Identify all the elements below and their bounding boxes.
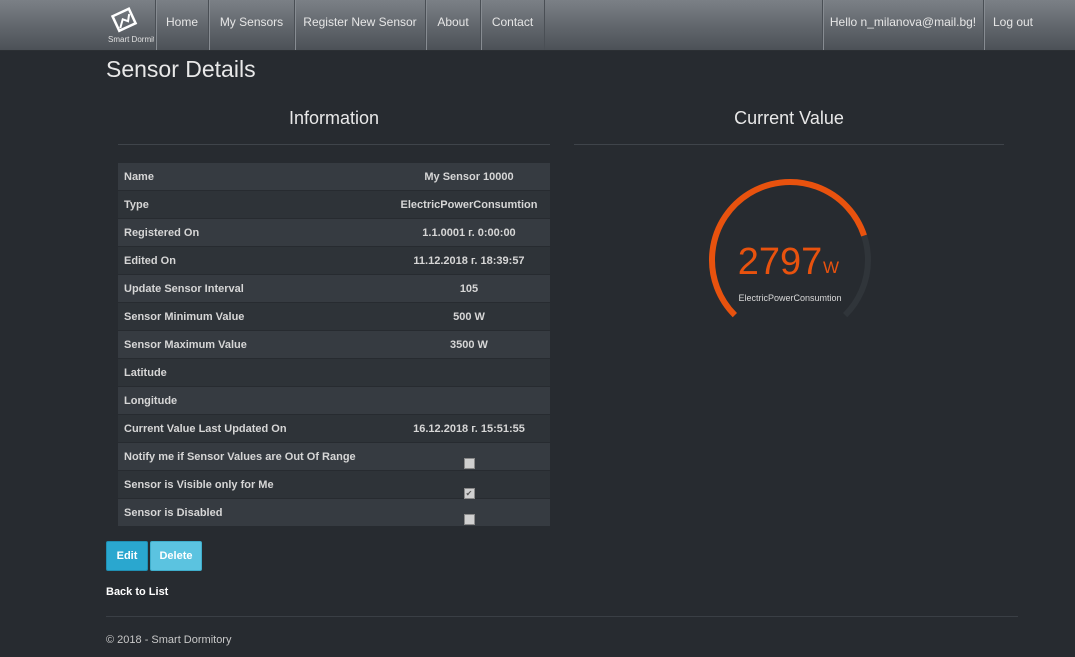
nav-contact[interactable]: Contact <box>480 0 545 50</box>
notify-out-of-range-checkbox[interactable] <box>463 457 475 469</box>
current-value-gauge: 2797 W ElectricPowerConsumtion <box>700 170 880 320</box>
row-label: Current Value Last Updated On <box>118 414 388 443</box>
row-label: Sensor is Disabled <box>118 498 388 526</box>
row-value: 500 W <box>388 302 550 331</box>
nav-register-new-sensor[interactable]: Register New Sensor <box>294 0 425 50</box>
brand-logo[interactable]: Smart Dormitory <box>106 6 154 44</box>
row-value <box>388 358 550 387</box>
dormitory-logo-icon: Smart Dormitory <box>108 7 154 44</box>
row-label: Update Sensor Interval <box>118 274 388 303</box>
table-row: Sensor is Visible only for Me ✔ <box>118 470 550 499</box>
row-value: ElectricPowerConsumtion <box>388 190 550 219</box>
footer-divider <box>106 616 1018 617</box>
brand-text: Smart Dormitory <box>108 35 154 44</box>
table-row: Notify me if Sensor Values are Out Of Ra… <box>118 442 550 471</box>
table-row: Sensor Maximum Value 3500 W <box>118 330 550 359</box>
row-value: 1.1.0001 г. 0:00:00 <box>388 218 550 247</box>
nav-about[interactable]: About <box>425 0 480 50</box>
footer-copyright: © 2018 - Smart Dormitory <box>106 634 232 646</box>
nav-logout[interactable]: Log out <box>983 0 1042 50</box>
table-row: Registered On 1.1.0001 г. 0:00:00 <box>118 218 550 247</box>
table-row: Type ElectricPowerConsumtion <box>118 190 550 219</box>
row-value: My Sensor 10000 <box>388 162 550 191</box>
back-to-list-link[interactable]: Back to List <box>106 586 168 598</box>
row-value: 105 <box>388 274 550 303</box>
navbar: Smart Dormitory Home My Sensors Register… <box>0 0 1075 51</box>
row-label: Notify me if Sensor Values are Out Of Ra… <box>118 442 388 471</box>
gauge-value: 2797 <box>738 241 823 283</box>
row-label: Longitude <box>118 386 388 415</box>
row-value: 16.12.2018 г. 15:51:55 <box>388 414 550 443</box>
delete-button[interactable]: Delete <box>150 541 202 571</box>
nav-home[interactable]: Home <box>155 0 208 50</box>
current-value-heading: Current Value <box>734 108 844 128</box>
row-value: 11.12.2018 г. 18:39:57 <box>388 246 550 275</box>
table-row: Latitude <box>118 358 550 387</box>
gauge-unit: W <box>823 258 839 277</box>
row-label: Registered On <box>118 218 388 247</box>
row-label: Type <box>118 190 388 219</box>
sensor-disabled-checkbox[interactable] <box>463 513 475 525</box>
gauge-type-label: ElectricPowerConsumtion <box>738 293 841 303</box>
table-row: Sensor Minimum Value 500 W <box>118 302 550 331</box>
current-value-divider <box>574 144 1004 145</box>
row-value: 3500 W <box>388 330 550 359</box>
table-row: Name My Sensor 10000 <box>118 162 550 191</box>
row-label: Latitude <box>118 358 388 387</box>
visible-only-for-me-checkbox[interactable]: ✔ <box>463 487 475 499</box>
nav-my-sensors[interactable]: My Sensors <box>208 0 294 50</box>
table-row: Update Sensor Interval 105 <box>118 274 550 303</box>
table-row: Current Value Last Updated On 16.12.2018 … <box>118 414 550 443</box>
row-label: Sensor is Visible only for Me <box>118 470 388 499</box>
table-row: Sensor is Disabled <box>118 498 550 526</box>
edit-button[interactable]: Edit <box>106 541 148 571</box>
row-label: Sensor Minimum Value <box>118 302 388 331</box>
information-divider <box>118 144 550 145</box>
information-heading: Information <box>288 108 380 128</box>
sensor-details-table: Name My Sensor 10000 Type ElectricPowerCon… <box>118 162 550 526</box>
row-label: Name <box>118 162 388 191</box>
table-row: Longitude <box>118 386 550 415</box>
nav-greeting[interactable]: Hello n_milanova@mail.bg! <box>822 0 983 50</box>
page-title: Sensor Details <box>106 56 256 82</box>
row-label: Edited On <box>118 246 388 275</box>
table-row: Edited On 11.12.2018 г. 18:39:57 <box>118 246 550 275</box>
row-value <box>388 386 550 415</box>
row-label: Sensor Maximum Value <box>118 330 388 359</box>
